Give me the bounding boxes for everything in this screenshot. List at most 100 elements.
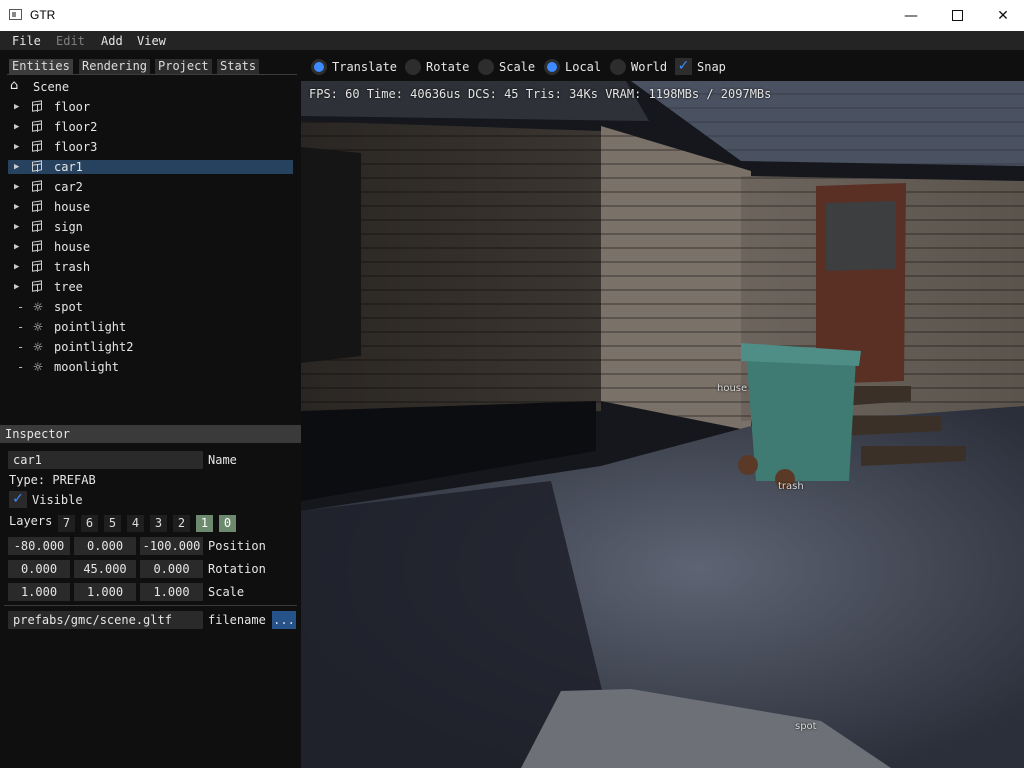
- layer-0-toggle[interactable]: 0: [219, 515, 236, 532]
- expand-arrow-icon[interactable]: ▶: [14, 180, 19, 194]
- rotation-x-field[interactable]: 0.000: [8, 560, 70, 578]
- scale-x-field[interactable]: 1.000: [8, 583, 70, 601]
- inspector-title: Inspector: [5, 427, 71, 441]
- scale-y-field[interactable]: 1.000: [74, 583, 136, 601]
- cube-icon: [32, 260, 42, 272]
- layers-label: Layers: [9, 514, 53, 528]
- position-x-field[interactable]: -80.000: [8, 537, 70, 555]
- tree-item-trash[interactable]: ▶ trash: [8, 260, 293, 274]
- tab-rendering[interactable]: Rendering: [79, 59, 151, 74]
- type-text: Type: PREFAB: [9, 473, 96, 487]
- tree-item-tree[interactable]: ▶ tree: [8, 280, 293, 294]
- tree-item-house[interactable]: ▶ house: [8, 200, 293, 214]
- scale-radio[interactable]: [478, 59, 494, 75]
- checkmark-icon: ✓: [677, 58, 690, 74]
- tree-item-floor[interactable]: ▶ floor: [8, 100, 293, 114]
- tree-item-floor3[interactable]: ▶ floor3: [8, 140, 293, 154]
- left-panel: Entities Rendering Project Stats ⌂ Scene…: [0, 50, 301, 768]
- tree-item-floor2[interactable]: ▶ floor2: [8, 120, 293, 134]
- cube-icon: [32, 160, 42, 172]
- minimize-button[interactable]: —: [888, 0, 934, 31]
- filename-label: filename: [208, 613, 266, 627]
- leaf-dash: -: [17, 300, 25, 314]
- layer-4-toggle[interactable]: 4: [127, 515, 144, 532]
- tree-item-pointlight2[interactable]: - ☼ pointlight2: [8, 340, 293, 354]
- cube-icon: [32, 120, 42, 132]
- menu-add[interactable]: Add: [101, 34, 123, 48]
- expand-arrow-icon[interactable]: ▶: [14, 220, 19, 234]
- expand-arrow-icon[interactable]: ▶: [14, 160, 19, 174]
- expand-arrow-icon[interactable]: ▶: [14, 100, 19, 114]
- tree-item-label: floor2: [54, 120, 98, 134]
- translate-label: Translate: [332, 60, 398, 74]
- position-label: Position: [208, 539, 266, 553]
- local-radio[interactable]: [544, 59, 560, 75]
- rotation-z-field[interactable]: 0.000: [140, 560, 203, 578]
- name-input[interactable]: car1: [8, 451, 203, 469]
- world-radio[interactable]: [610, 59, 626, 75]
- tree-item-label: sign: [54, 220, 83, 234]
- tab-project[interactable]: Project: [155, 59, 212, 74]
- rotation-y-field[interactable]: 45.000: [74, 560, 136, 578]
- layer-7-toggle[interactable]: 7: [58, 515, 75, 532]
- rotate-radio[interactable]: [405, 59, 421, 75]
- layer-5-toggle[interactable]: 5: [104, 515, 121, 532]
- tree-item-car2[interactable]: ▶ car2: [8, 180, 293, 194]
- translate-radio[interactable]: [311, 59, 327, 75]
- tree-root-scene[interactable]: ⌂ Scene: [8, 79, 293, 95]
- snap-label: Snap: [697, 60, 726, 74]
- menu-edit[interactable]: Edit: [56, 34, 85, 48]
- tree-item-label: tree: [54, 280, 83, 294]
- cube-icon: [32, 200, 42, 212]
- tab-entities[interactable]: Entities: [9, 59, 73, 74]
- tree-item-label: moonlight: [54, 360, 120, 374]
- leaf-dash: -: [17, 340, 25, 354]
- visible-checkbox[interactable]: ✓: [9, 491, 27, 508]
- tree-item-label: car2: [54, 180, 83, 194]
- cube-icon: [32, 100, 42, 112]
- menu-view[interactable]: View: [137, 34, 166, 48]
- expand-arrow-icon[interactable]: ▶: [14, 280, 19, 294]
- inspector-header: Inspector: [0, 425, 301, 443]
- tree-item-sign[interactable]: ▶ sign: [8, 220, 293, 234]
- tree-item-pointlight[interactable]: - ☼ pointlight: [8, 320, 293, 334]
- position-z-field[interactable]: -100.000: [140, 537, 203, 555]
- snap-checkbox[interactable]: ✓: [675, 58, 692, 75]
- expand-arrow-icon[interactable]: ▶: [14, 120, 19, 134]
- cube-icon: [32, 220, 42, 232]
- checkmark-icon: ✓: [12, 491, 24, 507]
- tree-item-car1[interactable]: ▶ car1: [8, 160, 293, 174]
- name-label: Name: [208, 453, 237, 467]
- layer-3-toggle[interactable]: 3: [150, 515, 167, 532]
- tab-stats[interactable]: Stats: [217, 59, 260, 74]
- gizmo-toolbar: Translate Rotate Scale Local World ✓ Sna…: [301, 50, 1024, 81]
- layer-2-toggle[interactable]: 2: [173, 515, 190, 532]
- expand-arrow-icon[interactable]: ▶: [14, 260, 19, 274]
- browse-file-button[interactable]: ...: [272, 611, 296, 629]
- close-icon: ✕: [997, 7, 1009, 24]
- expand-arrow-icon[interactable]: ▶: [14, 200, 19, 214]
- menu-file[interactable]: File: [12, 34, 41, 48]
- scene-viewport[interactable]: FPS: 60 Time: 40636us DCS: 45 Tris: 34Ks…: [301, 81, 1024, 768]
- layer-6-toggle[interactable]: 6: [81, 515, 98, 532]
- tab-underline: [7, 74, 297, 75]
- tree-item-spot[interactable]: - ☼ spot: [8, 300, 293, 314]
- tree-item-house[interactable]: ▶ house: [8, 240, 293, 254]
- light-icon: ☼: [32, 320, 44, 334]
- maximize-button[interactable]: [934, 0, 980, 31]
- tree-item-label: car1: [54, 160, 83, 174]
- tree-item-label: trash: [54, 260, 91, 274]
- close-button[interactable]: ✕: [980, 0, 1024, 31]
- position-y-field[interactable]: 0.000: [74, 537, 136, 555]
- tree-item-label: house: [54, 200, 91, 214]
- scale-z-field[interactable]: 1.000: [140, 583, 203, 601]
- local-label: Local: [565, 60, 602, 74]
- expand-arrow-icon[interactable]: ▶: [14, 140, 19, 154]
- tree-item-moonlight[interactable]: - ☼ moonlight: [8, 360, 293, 374]
- leaf-dash: -: [17, 320, 25, 334]
- filename-input[interactable]: prefabs/gmc/scene.gltf: [8, 611, 203, 629]
- expand-arrow-icon[interactable]: ▶: [14, 240, 19, 254]
- rotation-label: Rotation: [208, 562, 266, 576]
- light-icon: ☼: [32, 360, 44, 374]
- layer-1-toggle[interactable]: 1: [196, 515, 213, 532]
